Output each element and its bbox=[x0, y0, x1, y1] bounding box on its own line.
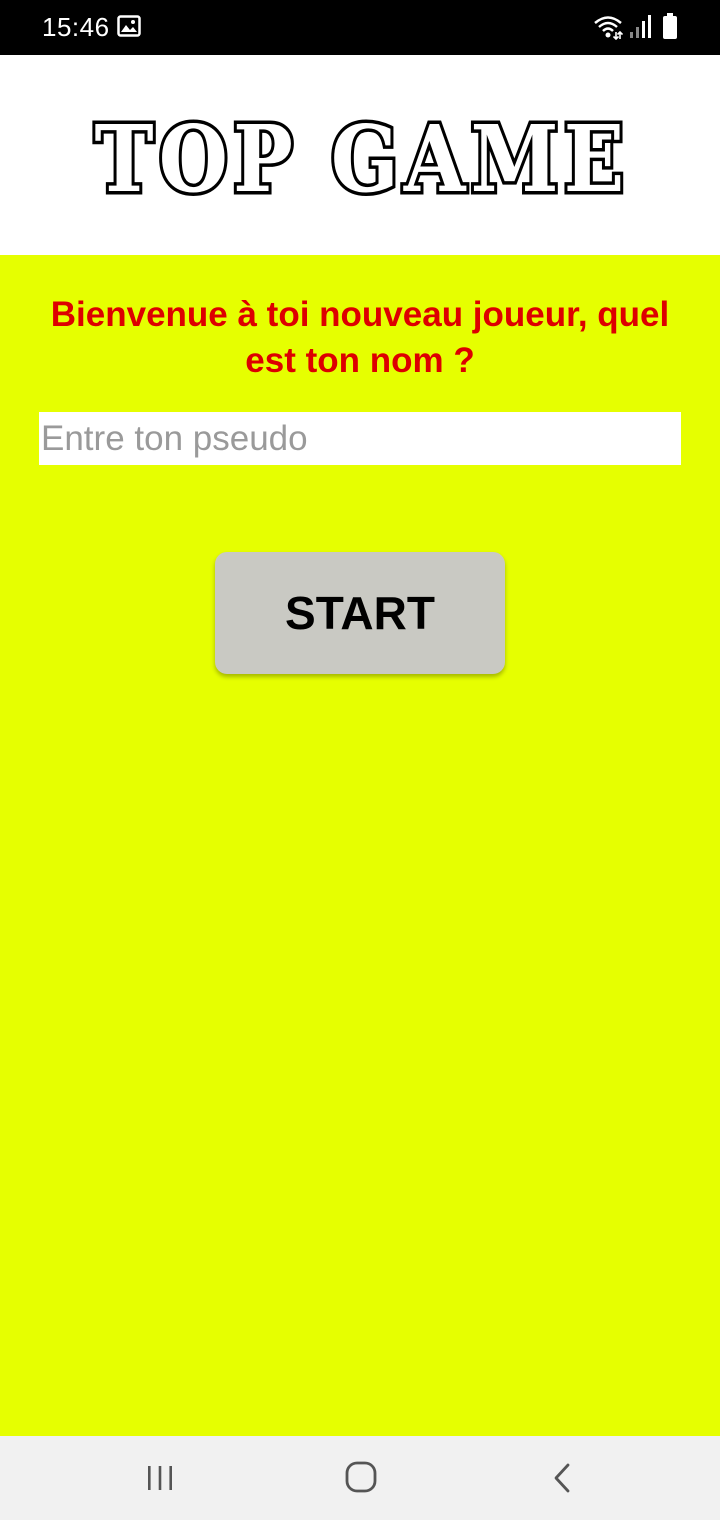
recent-apps-icon[interactable] bbox=[144, 1464, 176, 1492]
status-bar: 15:46 bbox=[0, 0, 720, 55]
status-time: 15:46 bbox=[42, 12, 110, 42]
back-icon[interactable] bbox=[550, 1463, 574, 1493]
welcome-message: Bienvenue à toi nouveau joueur, quel est… bbox=[50, 295, 670, 380]
top-game-logo: TOP GAME bbox=[91, 103, 630, 203]
logo-text: TOP GAME bbox=[95, 105, 630, 203]
home-icon[interactable] bbox=[344, 1460, 378, 1494]
app-header: TOP GAME bbox=[0, 55, 720, 255]
main-content: Bienvenue à toi nouveau joueur, quel est… bbox=[0, 255, 720, 1436]
signal-icon bbox=[630, 15, 651, 38]
wifi-icon bbox=[594, 16, 623, 40]
battery-icon bbox=[663, 13, 677, 39]
gallery-icon bbox=[117, 15, 141, 37]
navigation-bar bbox=[0, 1436, 720, 1520]
pseudo-input[interactable] bbox=[39, 412, 681, 465]
start-button[interactable]: START bbox=[215, 552, 505, 674]
